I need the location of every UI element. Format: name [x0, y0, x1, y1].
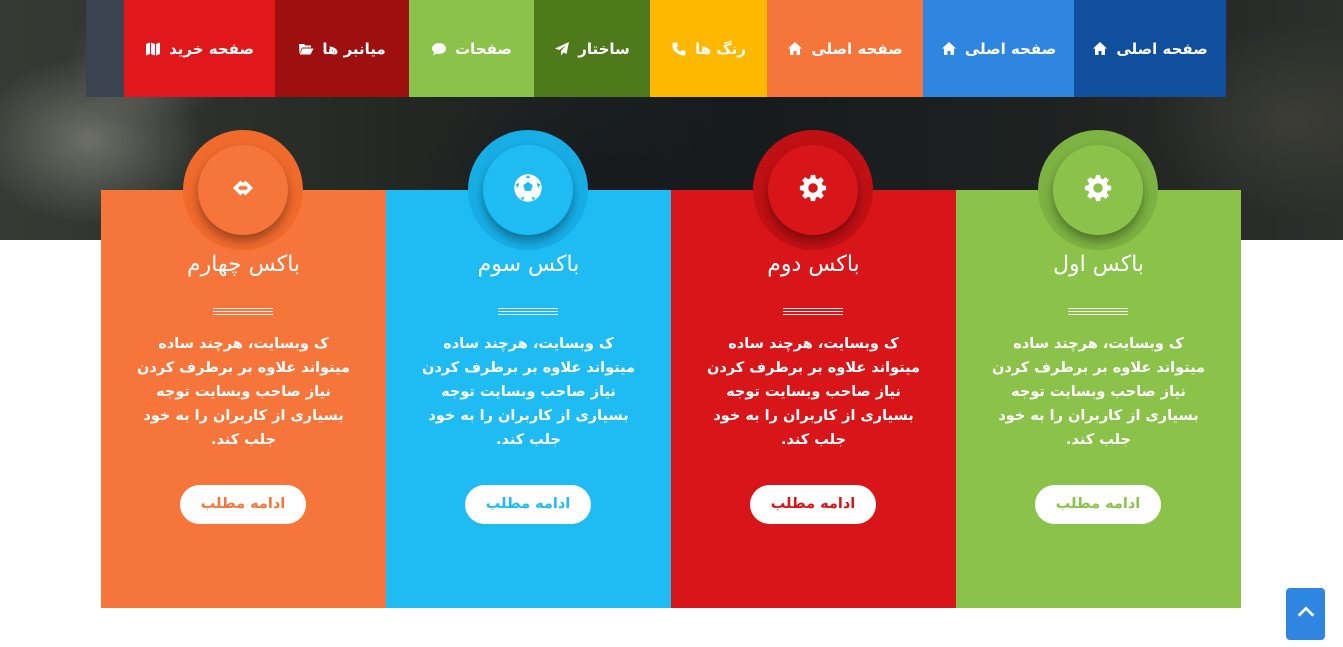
icon-circle [198, 145, 288, 235]
home-icon [941, 41, 957, 57]
nav-item-shortcuts[interactable]: میانبر ها [275, 0, 409, 97]
feature-box-3: باکس سوم ک وبسایت، هرچند ساده میتواند عل… [386, 130, 671, 608]
nav-item-label: ساختار [578, 39, 630, 58]
nav-item-pages[interactable]: صفحات [409, 0, 534, 97]
comment-icon [431, 41, 447, 57]
nav-item-label: میانبر ها [322, 39, 386, 58]
chevron-up-icon [1295, 601, 1317, 627]
title-divider [213, 308, 273, 318]
nav-item-colors[interactable]: رنگ ها [650, 0, 767, 97]
nav-item-home-1[interactable]: صفحه اصلی [1074, 0, 1226, 97]
nav-item-home-2[interactable]: صفحه اصلی [923, 0, 1074, 97]
icon-circle [768, 145, 858, 235]
box-title: باکس اول [1052, 252, 1145, 277]
nav-item-label: صفحه اصلی [811, 39, 903, 58]
soccer-ball-icon [513, 173, 543, 207]
title-divider [498, 308, 558, 318]
home-icon [787, 41, 803, 57]
nav-item-home-3[interactable]: صفحه اصلی [767, 0, 923, 97]
feature-box-1: باکس اول ک وبسایت، هرچند ساده میتواند عل… [956, 130, 1241, 608]
paper-plane-icon [554, 41, 570, 57]
box-title: باکس دوم [767, 252, 860, 277]
nav-item-label: صفحه اصلی [1116, 39, 1208, 58]
link-icon [228, 173, 258, 207]
map-icon [145, 41, 161, 57]
icon-ring [183, 130, 303, 250]
gear-icon [798, 173, 828, 207]
icon-ring [468, 130, 588, 250]
read-more-button[interactable]: ادامه مطلب [750, 485, 876, 524]
main-nav: صفحه اصلی صفحه اصلی صفحه اصلی رنگ ها ساخ… [86, 0, 1226, 97]
icon-circle [483, 145, 573, 235]
feature-box-2: باکس دوم ک وبسایت، هرچند ساده میتواند عل… [671, 130, 956, 608]
icon-ring [1038, 130, 1158, 250]
read-more-button[interactable]: ادامه مطلب [465, 485, 591, 524]
icon-ring [753, 130, 873, 250]
box-text: ک وبسایت، هرچند ساده میتواند علاوه بر بر… [991, 336, 1206, 448]
gear-icon [1083, 173, 1113, 207]
read-more-button[interactable]: ادامه مطلب [1035, 485, 1161, 524]
nav-item-shop[interactable]: صفحه خرید [124, 0, 275, 97]
read-more-button[interactable]: ادامه مطلب [180, 485, 306, 524]
box-title: باکس چهارم [186, 252, 301, 277]
title-divider [1068, 308, 1128, 318]
feature-box-4: باکس چهارم ک وبسایت، هرچند ساده میتواند … [101, 130, 386, 608]
nav-item-structure[interactable]: ساختار [534, 0, 650, 97]
title-divider [783, 308, 843, 318]
home-icon [1092, 41, 1108, 57]
box-text: ک وبسایت، هرچند ساده میتواند علاوه بر بر… [421, 336, 636, 448]
feature-boxes: باکس اول ک وبسایت، هرچند ساده میتواند عل… [101, 130, 1241, 608]
folder-open-icon [298, 41, 314, 57]
nav-item-label: رنگ ها [695, 39, 746, 58]
back-to-top-button[interactable] [1286, 588, 1325, 640]
nav-item-label: صفحات [455, 39, 512, 58]
box-text: ک وبسایت، هرچند ساده میتواند علاوه بر بر… [706, 336, 921, 448]
nav-item-label: صفحه اصلی [964, 39, 1057, 58]
phone-icon [671, 41, 687, 57]
nav-item-label: صفحه خرید [169, 39, 254, 58]
box-text: ک وبسایت، هرچند ساده میتواند علاوه بر بر… [136, 336, 351, 448]
icon-circle [1053, 145, 1143, 235]
box-title: باکس سوم [477, 252, 580, 277]
